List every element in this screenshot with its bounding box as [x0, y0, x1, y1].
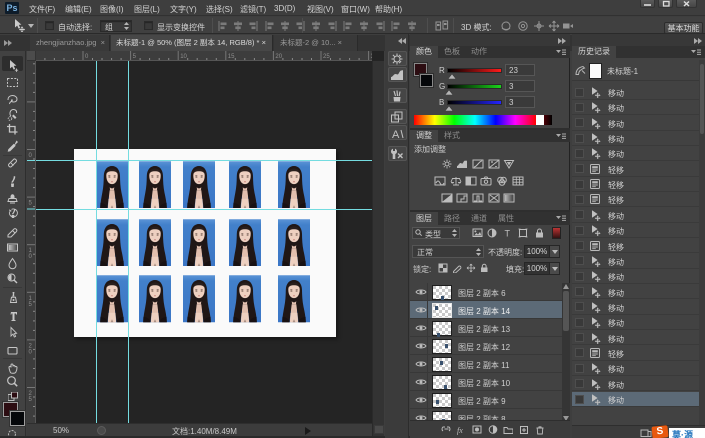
svg-text:0: 0 [85, 54, 89, 60]
svg-text:5: 5 [29, 201, 33, 207]
svg-text:T: T [505, 229, 511, 239]
svg-text:A: A [392, 129, 400, 140]
svg-text:0: 0 [29, 153, 33, 159]
svg-text:15: 15 [228, 54, 235, 60]
svg-text:5: 5 [29, 397, 33, 403]
svg-text:fx: fx [457, 426, 463, 435]
svg-text:5: 5 [133, 54, 137, 60]
svg-text:0: 0 [29, 349, 33, 355]
svg-text:0: 0 [29, 254, 33, 260]
svg-text:20: 20 [275, 54, 282, 60]
svg-text:30: 30 [371, 54, 372, 60]
svg-text:10: 10 [180, 54, 187, 60]
svg-text:5: 5 [29, 302, 33, 308]
svg-text:25: 25 [323, 54, 330, 60]
